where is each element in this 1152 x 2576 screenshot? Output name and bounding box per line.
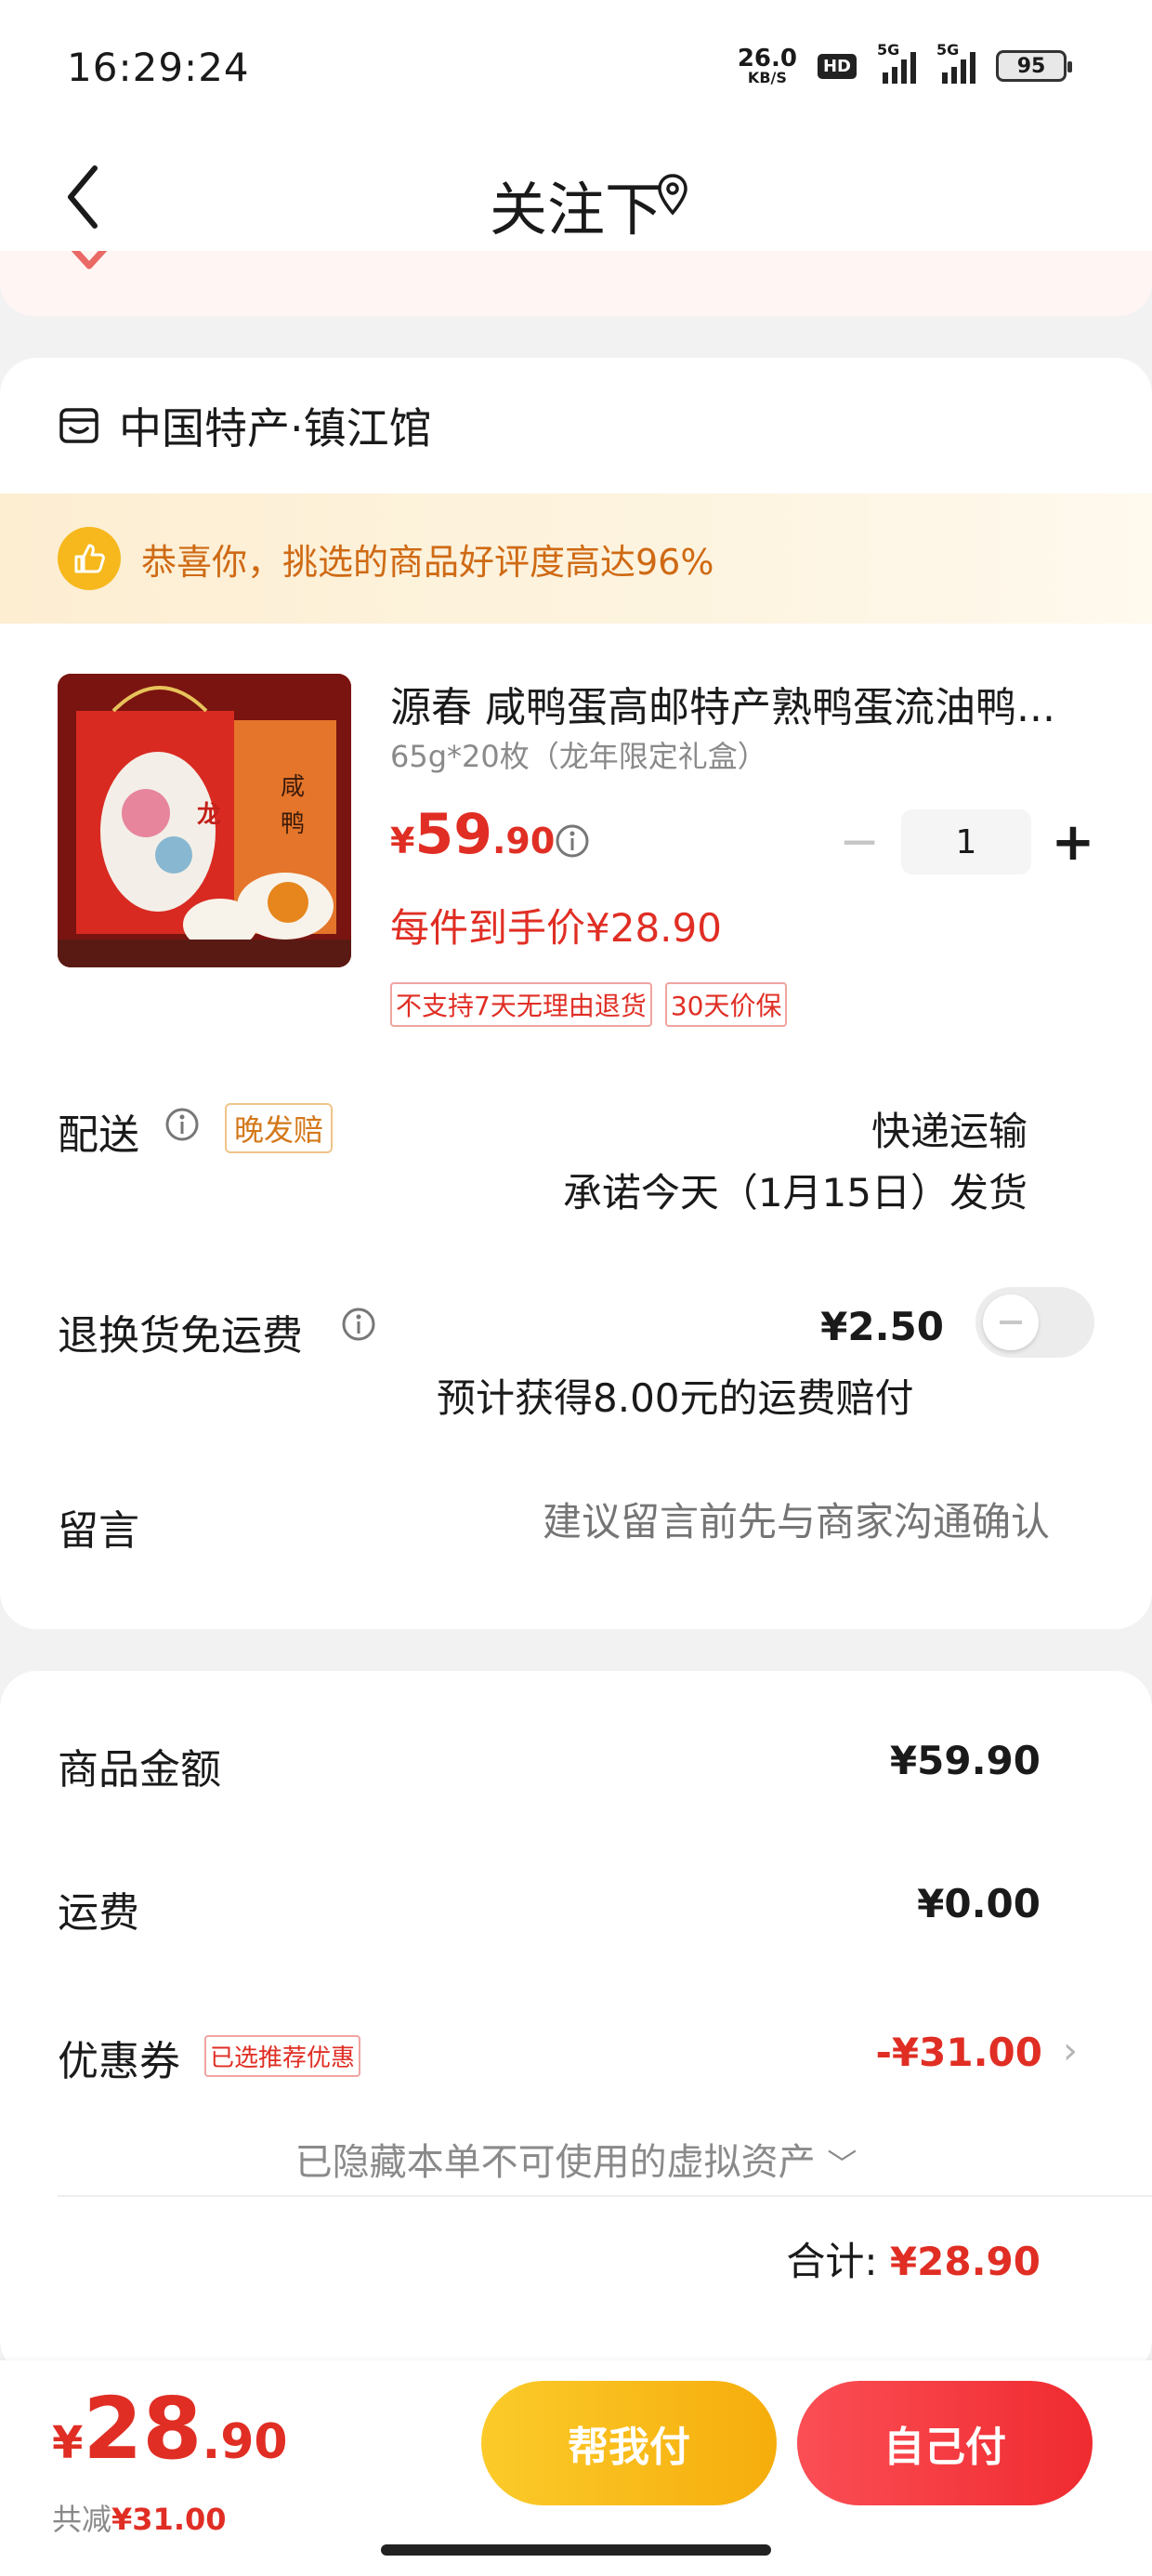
quantity-stepper: − 1 + <box>827 809 1106 874</box>
return-shipping-label: 退换货免运费 <box>58 1312 303 1360</box>
network-speed-value: 26.0 <box>737 45 797 72</box>
coupon-recommended-tag: 已选推荐优惠 <box>204 2035 361 2077</box>
location-pin-icon[interactable] <box>654 172 691 218</box>
note-input[interactable] <box>399 1499 1050 1544</box>
shop-icon <box>59 408 98 443</box>
price-info-icon[interactable] <box>554 822 591 860</box>
delivery-method: 快递运输 <box>871 1109 1028 1154</box>
home-indicator[interactable] <box>381 2544 771 2556</box>
signal-5g-icon: 5G <box>877 41 916 84</box>
return-shipping-toggle[interactable] <box>975 1287 1094 1358</box>
network-speed: 26.0 KB/S <box>738 46 797 85</box>
saved-value: ¥31.00 <box>111 2502 227 2537</box>
price-decimal: .90 <box>491 821 556 861</box>
checkout-price: ¥ 28 .90 <box>52 2379 288 2478</box>
checkout-price-integer: 28 <box>83 2379 203 2478</box>
product-spec[interactable]: 65g*20枚（龙年限定礼盒） <box>390 733 767 776</box>
status-bar: 16:29:24 26.0 KB/S HD 5G 5G 95 <box>0 0 1152 135</box>
checkout-price-symbol: ¥ <box>52 2417 84 2469</box>
product-price: ¥ 59 .90 <box>390 802 555 867</box>
product-tags: 不支持7天无理由退货 30天价保 <box>390 982 788 1027</box>
no-return-tag: 不支持7天无理由退货 <box>390 982 652 1027</box>
pay-myself-button[interactable]: 自己付 <box>797 2381 1093 2505</box>
page-title: 关注下 <box>489 176 662 243</box>
checkout-bar: ¥ 28 .90 共减¥31.00 帮我付 自己付 <box>0 2360 1152 2576</box>
praise-text: 恭喜你，挑选的商品好评度高达96% <box>141 541 714 583</box>
delivery-detail[interactable]: 快递运输 承诺今天（1月15日）发货 <box>563 1101 1028 1224</box>
note-label: 留言 <box>58 1507 139 1555</box>
scrolled-banner-remnant <box>0 251 1152 316</box>
signal-5g-label: 5G <box>877 41 900 59</box>
coupon-value[interactable]: -¥31.00 <box>875 2030 1042 2075</box>
order-card: 中国特产·镇江馆 恭喜你，挑选的商品好评度高达96% 龙 咸 鸭 源春 咸鸭蛋高… <box>0 358 1152 1629</box>
price-symbol: ¥ <box>390 821 415 861</box>
shipping-compensation-text: 预计获得8.00元的运费赔付 <box>437 1375 914 1421</box>
total-value: ¥28.90 <box>889 2239 1041 2284</box>
return-shipping-info-icon[interactable] <box>340 1306 377 1343</box>
divider <box>58 2195 1152 2197</box>
coupon-label[interactable]: 优惠券 <box>58 2028 180 2087</box>
quantity-increase-button[interactable]: + <box>1041 809 1106 874</box>
battery-icon: 95 <box>996 50 1072 82</box>
delivery-label: 配送 <box>58 1111 139 1159</box>
chevron-down-icon: ﹀ <box>827 2147 857 2182</box>
goods-amount-label: 商品金额 <box>58 1746 221 1794</box>
hidden-assets-toggle[interactable]: 已隐藏本单不可使用的虚拟资产 ﹀ <box>0 2132 1152 2186</box>
saved-label: 共减 <box>52 2502 112 2537</box>
total-saved: 共减¥31.00 <box>52 2496 227 2539</box>
price-protect-tag: 30天价保 <box>664 982 788 1027</box>
goods-amount-value: ¥59.90 <box>889 1738 1041 1783</box>
hd-icon: HD <box>817 53 857 79</box>
price-summary-card: 商品金额 ¥59.90 运费 ¥0.00 优惠券 已选推荐优惠 -¥31.00 … <box>0 1671 1152 2377</box>
total-label: 合计: <box>786 2239 878 2284</box>
svg-text:咸: 咸 <box>281 773 305 801</box>
hidden-assets-text: 已隐藏本单不可使用的虚拟资产 <box>295 2141 816 2184</box>
total-row: 合计: ¥28.90 <box>786 2230 1041 2287</box>
delivery-info-icon[interactable] <box>164 1106 201 1143</box>
status-time: 16:29:24 <box>67 45 250 90</box>
signal-5g-icon-2: 5G <box>936 41 975 84</box>
nav-header: 关注下 <box>0 135 1152 265</box>
heart-shield-icon <box>71 251 108 269</box>
shipping-fee-value: ¥0.00 <box>917 1881 1041 1926</box>
price-integer: 59 <box>414 802 492 867</box>
network-speed-unit: KB/S <box>747 69 787 86</box>
unit-final-price: 每件到手价¥28.90 <box>390 905 722 951</box>
return-shipping-price: ¥2.50 <box>820 1304 944 1349</box>
shipping-fee-label: 运费 <box>58 1889 139 1937</box>
praise-banner: 恭喜你，挑选的商品好评度高达96% <box>0 493 1152 624</box>
product-image[interactable]: 龙 咸 鸭 <box>58 674 351 967</box>
shop-header[interactable]: 中国特产·镇江馆 <box>58 395 432 456</box>
shop-name: 中国特产·镇江馆 <box>119 403 432 453</box>
svg-text:龙: 龙 <box>197 801 221 829</box>
thumbs-up-icon <box>58 527 121 590</box>
svg-text:鸭: 鸭 <box>281 810 305 838</box>
signal-5g-label-2: 5G <box>936 41 960 59</box>
product-title[interactable]: 源春 咸鸭蛋高邮特产熟鸭蛋流油鸭... <box>390 674 1078 733</box>
delivery-promise: 承诺今天（1月15日）发货 <box>562 1170 1028 1216</box>
chevron-right-icon[interactable]: › <box>1063 2030 1078 2072</box>
late-compensation-tag: 晚发赔 <box>225 1103 334 1153</box>
status-icons: 26.0 KB/S HD 5G 5G 95 <box>738 41 1072 85</box>
battery-level: 95 <box>1016 54 1046 78</box>
quantity-decrease-button[interactable]: − <box>827 809 892 874</box>
quantity-value[interactable]: 1 <box>901 809 1031 874</box>
toggle-knob <box>983 1295 1039 1350</box>
help-me-pay-button[interactable]: 帮我付 <box>481 2381 777 2505</box>
checkout-price-decimal: .90 <box>202 2414 288 2470</box>
